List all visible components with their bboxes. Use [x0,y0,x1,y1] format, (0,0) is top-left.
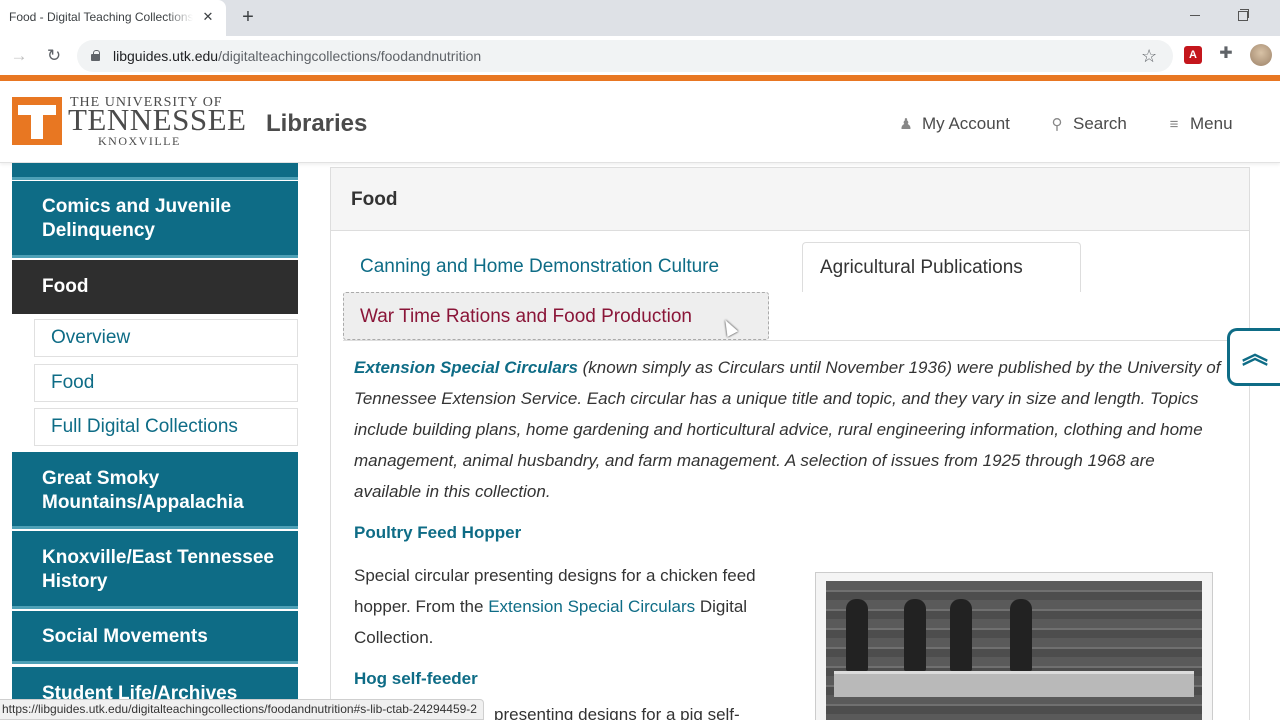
tab-label: War Time Rations and Food Production [360,306,692,327]
panel-header: Food [331,168,1249,231]
tab-canning[interactable]: Canning and Home Demonstration Culture [360,256,719,278]
back-to-top-button[interactable]: ︽ [1227,328,1280,386]
poultry-feed-hopper-link[interactable]: Poultry Feed Hopper [354,523,521,543]
lock-icon[interactable] [91,50,100,61]
double-chevron-up-icon: ︽ [1242,339,1269,369]
sidebar-item-label: Comics and Juvenile Delinquency [42,196,232,241]
site-header: THE UNIVERSITY OF TENNESSEE KNOXVILLE Li… [0,81,1280,163]
browser-toolbar: → ↻ libguides.utk.edu/digitalteachingcol… [0,36,1280,76]
hog-description: presenting designs for a pig self- [494,705,740,720]
url-path: /digitalteachingcollections/foodandnutri… [218,48,482,64]
sidebar-item-previous[interactable] [12,163,298,180]
close-tab-icon[interactable]: ✕ [200,9,216,25]
browser-tabstrip: Food - Digital Teaching Collections - Li… [0,0,1280,36]
menu-label: Menu [1190,114,1233,133]
panel-title: Food [351,189,398,210]
sidebar-item-knoxville[interactable]: Knoxville/East Tennessee History [12,531,298,609]
browser-tab-title: Food - Digital Teaching Collections - Li… [9,10,193,24]
sidebar-item-social-movements[interactable]: Social Movements [12,611,298,664]
puzzle-icon[interactable]: ✚ [1216,44,1236,64]
tabs-divider [343,340,1237,341]
extension-circulars-link[interactable]: Extension Special Circulars [354,358,578,377]
new-tab-icon[interactable]: + [238,7,258,27]
site-title[interactable]: Libraries [266,110,367,138]
sidebar-subitem-overview[interactable]: Overview [34,319,298,357]
search-link[interactable]: ⚲ Search [1049,114,1127,134]
minimize-window-icon[interactable] [1188,8,1202,22]
sidebar-subitem-label: Food [51,372,95,393]
poultry-description: Special circular presenting designs for … [354,560,794,653]
tab-content: Extension Special Circulars (known simpl… [354,352,1234,507]
sidebar-item-label: Food [42,276,89,297]
reload-icon[interactable]: ↻ [44,46,64,66]
sidebar-item-smoky-mountains[interactable]: Great Smoky Mountains/Appalachia [12,452,298,529]
search-label: Search [1073,114,1127,133]
hog-self-feeder-link[interactable]: Hog self-feeder [354,669,478,689]
search-icon: ⚲ [1051,116,1063,133]
sidebar-subitem-label: Full Digital Collections [51,416,238,437]
sidebar-subitem-label: Overview [51,327,131,348]
menu-button[interactable]: ≡ Menu [1166,114,1233,134]
pdf-extension-icon[interactable]: A [1184,46,1202,64]
ut-logo-icon[interactable] [12,97,62,145]
sidebar-subitem-full-collections[interactable]: Full Digital Collections [34,408,298,446]
tab-war-time-rations[interactable]: War Time Rations and Food Production [343,292,769,340]
back-icon[interactable]: → [9,46,29,66]
extension-circulars-collection-link[interactable]: Extension Special Circulars [488,597,695,616]
status-bar-url: https://libguides.utk.edu/digitalteachin… [0,699,484,720]
person-icon: ♟ [899,116,913,133]
intro-paragraph: Extension Special Circulars (known simpl… [354,352,1224,507]
hamburger-icon: ≡ [1169,116,1179,133]
my-account-label: My Account [922,114,1010,133]
tab-label: Agricultural Publications [820,257,1023,278]
poultry-feed-hopper-photo[interactable] [815,572,1213,720]
logo-line-3[interactable]: KNOXVILLE [98,134,181,149]
logo-line-2[interactable]: TENNESSEE [68,103,246,137]
sidebar-subitem-food[interactable]: Food [34,364,298,402]
sidebar-item-label: Knoxville/East Tennessee History [42,547,274,592]
tab-agricultural-publications[interactable]: Agricultural Publications [802,242,1081,292]
intro-text: (known simply as Circulars until Novembe… [354,358,1221,501]
url-host: libguides.utk.edu [113,48,219,64]
star-icon[interactable]: ☆ [1141,46,1157,66]
restore-window-icon[interactable] [1238,9,1250,21]
url-text[interactable]: libguides.utk.edu/digitalteachingcollect… [113,48,481,64]
sidebar-item-comics[interactable]: Comics and Juvenile Delinquency [12,181,298,258]
sidebar-item-label: Social Movements [42,626,208,647]
address-bar[interactable]: libguides.utk.edu/digitalteachingcollect… [77,40,1173,72]
my-account-link[interactable]: ♟ My Account [898,114,1010,134]
profile-icon[interactable] [1250,44,1272,66]
sidebar-item-food[interactable]: Food [12,260,298,314]
browser-tab[interactable]: Food - Digital Teaching Collections - Li… [0,0,226,36]
sidebar-item-label: Great Smoky Mountains/Appalachia [42,468,244,513]
